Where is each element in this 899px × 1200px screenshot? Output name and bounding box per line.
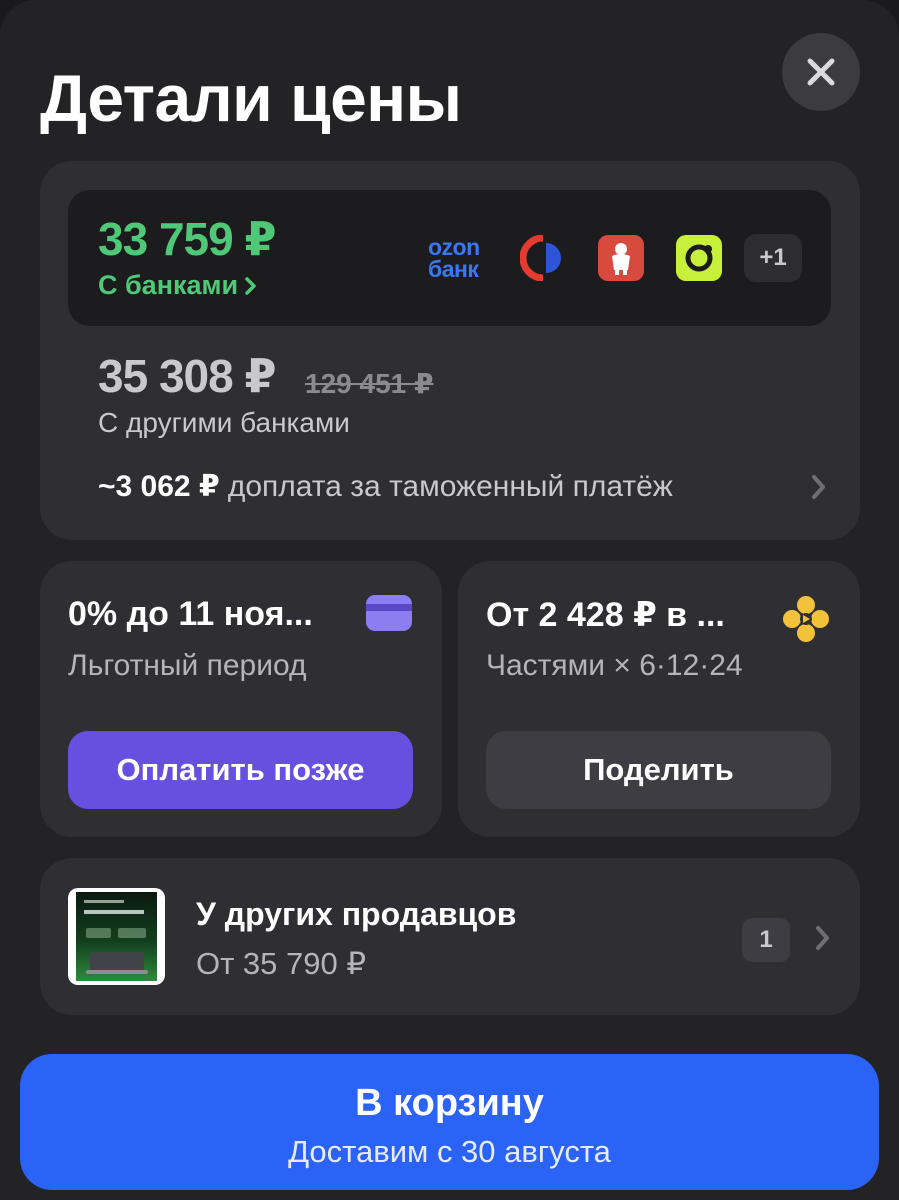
laptop-image [76,892,157,981]
product-thumbnail [68,888,165,985]
split-button[interactable]: Поделить [486,731,831,809]
more-banks-badge[interactable]: +1 [744,234,802,282]
ozon-logo-line2: банк [428,256,479,282]
sovcombank-icon [520,235,566,281]
installments-title: От 2 428 ₽ в ... [486,596,725,634]
price-card: 33 759 ₽ С банками ozon банк +1 35 308 ₽… [40,161,860,540]
add-to-cart-button[interactable]: В корзину Доставим с 30 августа [20,1054,879,1190]
page-title: Детали цены [40,61,462,135]
other-sellers-title: У других продавцов [196,896,517,932]
other-banks-label: С другими банками [98,407,350,438]
bank-price-label[interactable]: С банками [98,270,258,301]
bank-logos: ozon банк +1 [428,232,802,284]
customs-fee-text: доплата за таможенный платёж [227,469,673,503]
other-sellers-price: От 35 790 ₽ [196,946,367,981]
close-button[interactable] [782,33,860,111]
bank-price-label-text: С банками [98,270,239,300]
pay-later-title: 0% до 11 ноя... [68,595,313,633]
customs-fee-row[interactable]: ~3 062 ₽ доплата за таможенный платёж [98,469,828,504]
bank-price: 33 759 ₽ [98,213,276,265]
green-bank-icon [676,235,722,281]
card-icon [366,595,412,631]
pay-later-subtitle: Льготный период [68,649,307,682]
ozon-bank-logo: ozon банк [428,234,490,282]
pay-later-button[interactable]: Оплатить позже [68,731,413,809]
ozon-logo-line1: ozon [428,234,480,260]
chevron-right-icon [245,276,256,295]
price-details-sheet: Детали цены 33 759 ₽ С банками ozon банк [0,0,899,1200]
other-sellers-card[interactable]: У других продавцов От 35 790 ₽ 1 [40,858,860,1015]
pay-later-card: 0% до 11 ноя... Льготный период Оплатить… [40,561,442,837]
sellers-count-badge: 1 [742,918,790,962]
customs-fee-amount: ~3 062 ₽ [98,470,220,503]
moscow-bank-icon [598,235,644,281]
close-icon [807,58,835,86]
installments-card: От 2 428 ₽ в ... Частями × 6·12·24 Подел… [458,561,860,837]
old-price: 129 451 ₽ [305,368,434,399]
other-banks-price: 35 308 ₽ [98,350,276,402]
delivery-date: Доставим с 30 августа [288,1134,611,1169]
split-flower-icon [783,596,829,642]
chevron-right-icon [812,475,825,499]
bank-price-box[interactable]: 33 759 ₽ С банками ozon банк +1 [68,190,831,326]
add-to-cart-label: В корзину [355,1082,544,1124]
installments-subtitle: Частями × 6·12·24 [486,649,743,682]
chevron-right-icon [816,926,829,950]
